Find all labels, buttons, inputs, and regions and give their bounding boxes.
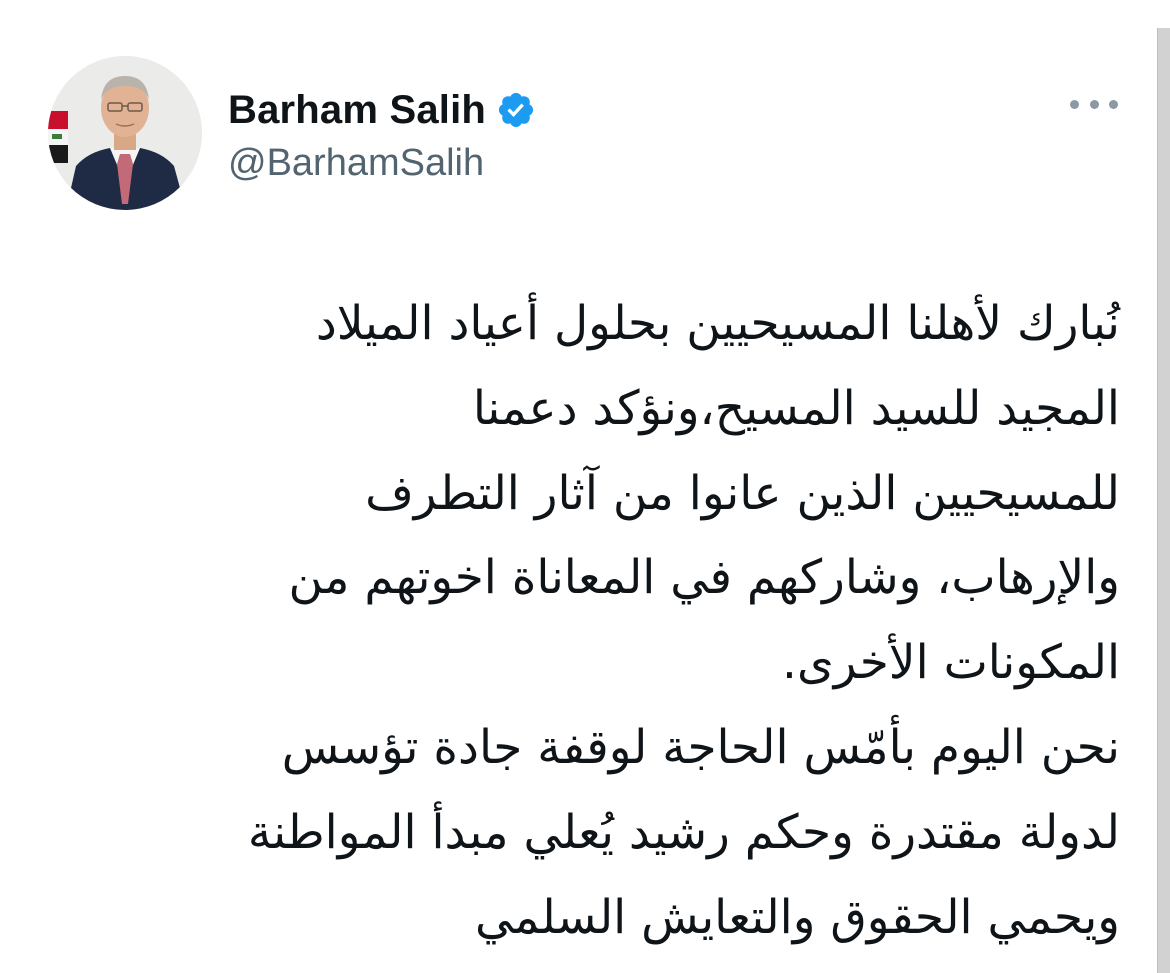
more-dot <box>1089 99 1099 109</box>
tweet-text-line: المجيد للسيد المسيح،ونؤكد دعمنا <box>472 380 1120 436</box>
tweet-text: نُبارك لأهلنا المسيحيين بحلول أعياد المي… <box>40 282 1120 960</box>
avatar[interactable] <box>48 56 202 210</box>
more-horizontal-icon[interactable] <box>1070 92 1118 116</box>
tweet-text-line: نحن اليوم بأمّس الحاجة لوقفة جادة تؤسس <box>281 719 1120 775</box>
scrollbar-edge <box>1157 28 1170 973</box>
tweet-text-line: المكونات الأخرى. <box>782 635 1120 691</box>
tweet-text-line: لدولة مقتدرة وحكم رشيد يُعلي مبدأ المواط… <box>247 804 1120 860</box>
name-row: Barham Salih <box>228 84 536 136</box>
more-dot <box>1070 99 1079 109</box>
tweet-text-line: نُبارك لأهلنا المسيحيين بحلول أعياد المي… <box>315 296 1120 351</box>
more-dot <box>1109 99 1118 109</box>
tweet-text-line: والإرهاب، وشاركهم في المعاناة اخوتهم من <box>288 550 1120 606</box>
display-name[interactable]: Barham Salih <box>228 88 486 133</box>
verified-badge-icon <box>498 92 534 128</box>
tweet-text-line: ويحمي الحقوق والتعايش السلمي <box>475 889 1120 945</box>
tweet-text-line: للمسيحيين الذين عانوا من آثار التطرف <box>365 465 1120 521</box>
user-handle[interactable]: @BarhamSalih <box>228 142 484 185</box>
tweet-header: Barham Salih @BarhamSalih <box>48 56 1128 216</box>
avatar-photo <box>48 56 202 210</box>
